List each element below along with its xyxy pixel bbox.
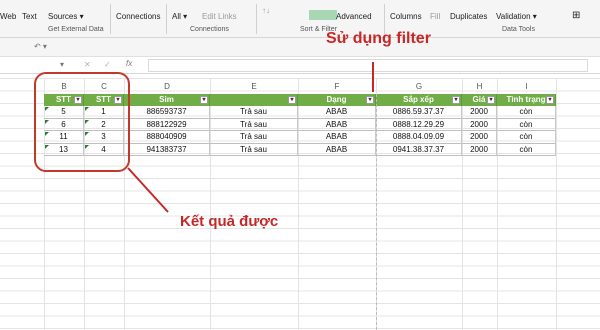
result-annotation: Kết quả được <box>180 213 279 230</box>
result-pointer-line <box>127 167 169 213</box>
annotation-arrows <box>127 62 374 213</box>
